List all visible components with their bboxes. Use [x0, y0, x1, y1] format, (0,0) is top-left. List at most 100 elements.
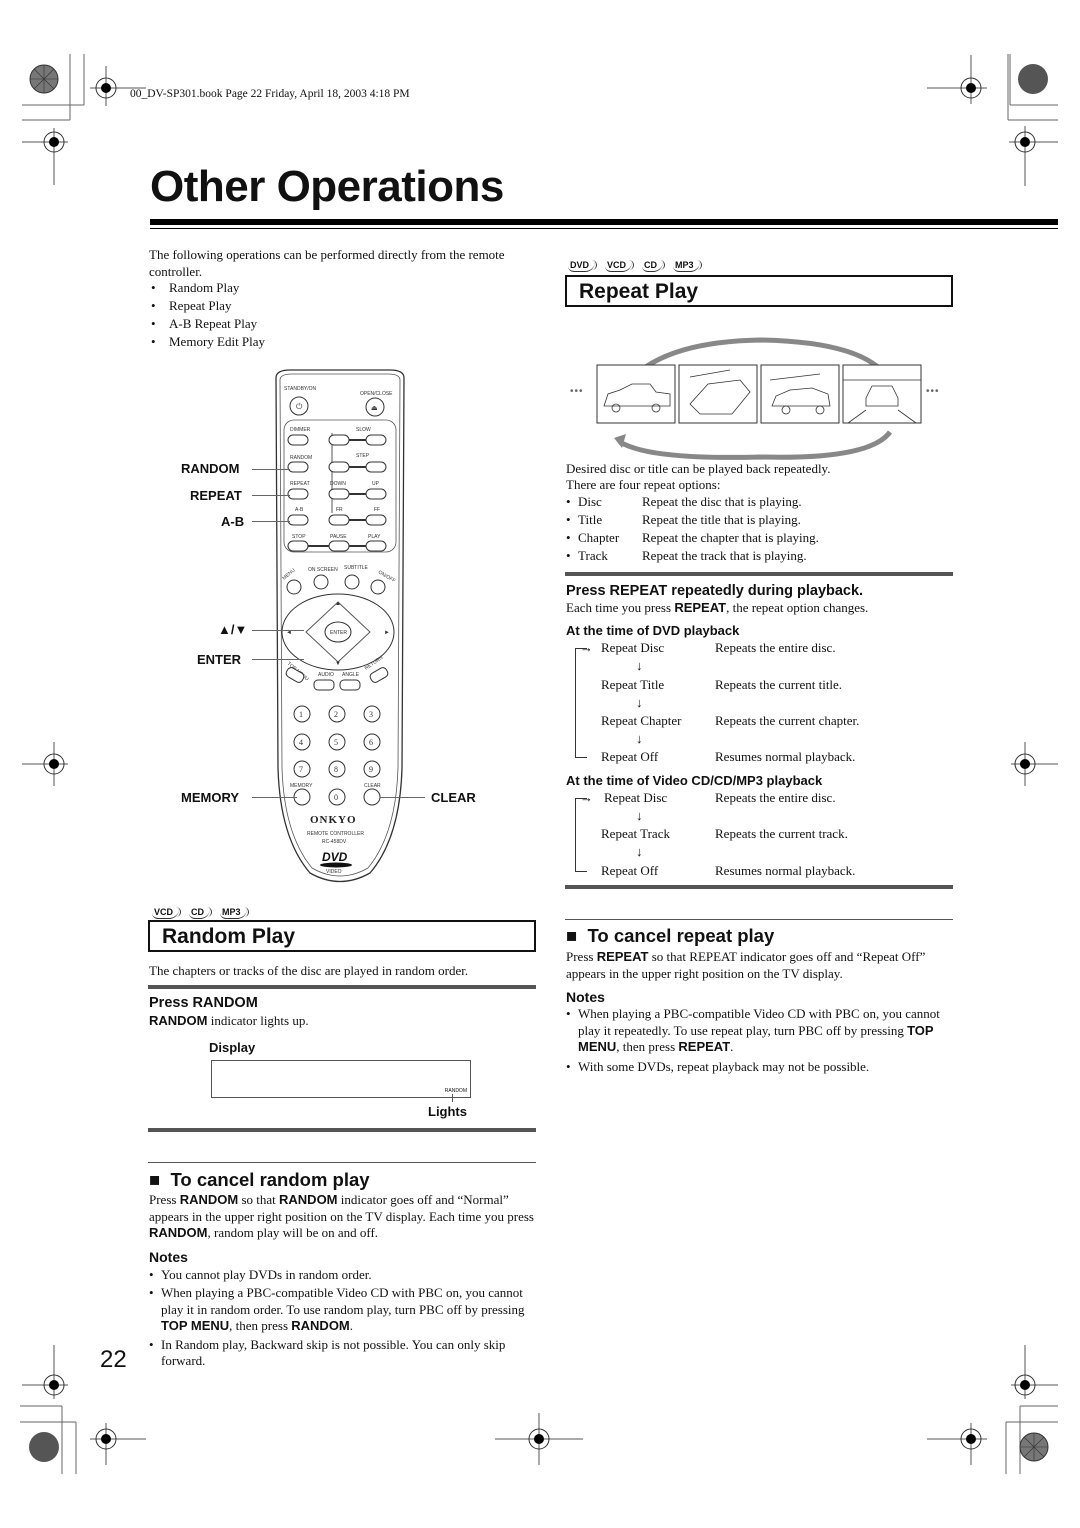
note-item: You cannot play DVDs in random order. — [149, 1266, 539, 1284]
video-frames — [596, 364, 922, 424]
loop-line — [575, 757, 587, 758]
page-number: 22 — [100, 1346, 127, 1373]
remote-label-subtitle: SUBTITLE — [344, 565, 369, 571]
dvd-mode: Repeat Chapter — [601, 713, 682, 728]
repeat-notes-heading: Notes — [566, 989, 605, 1005]
cancel-repeat-heading: ■ To cancel repeat play — [566, 925, 774, 947]
callout-repeat: REPEAT — [190, 488, 242, 503]
remote-label-slow: SLOW — [356, 427, 371, 433]
intro-list-item: A-B Repeat Play — [149, 315, 519, 333]
remote-label-angle: ANGLE — [342, 672, 360, 678]
remote-label-play: PLAY — [368, 534, 381, 540]
dvd-mode: Repeat Off — [601, 749, 659, 764]
callout-clear: CLEAR — [431, 790, 476, 805]
remote-label-enter: ENTER — [330, 630, 347, 636]
random-notes-list: You cannot play DVDs in random order. Wh… — [149, 1266, 539, 1370]
remote-label-ab: A-B — [295, 507, 304, 513]
repeat-description-2: There are four repeat options: — [566, 477, 721, 492]
callout-memory: MEMORY — [181, 790, 240, 805]
cancel-random-heading: ■ To cancel random play — [149, 1169, 370, 1191]
section-rule — [565, 919, 953, 920]
callout-line — [252, 630, 304, 631]
press-random-text: RANDOM indicator lights up. — [149, 1012, 309, 1029]
key-random: RANDOM — [149, 1013, 208, 1028]
repeat-play-heading-box: Repeat Play — [565, 275, 953, 307]
section-rule — [565, 885, 953, 889]
dvd-mode: Repeat Title — [601, 677, 665, 692]
press-repeat-text: Each time you press REPEAT, the repeat o… — [566, 600, 869, 615]
remote-label-audio: AUDIO — [318, 672, 334, 678]
frame-4 — [842, 364, 922, 424]
random-notes-heading: Notes — [149, 1249, 188, 1265]
remote-label-ff: FF — [374, 507, 380, 513]
repeat-disc-badges: DVD VCD CD MP3 — [568, 255, 706, 273]
remote-digit-9: 9 — [369, 765, 373, 774]
svg-text:⏏: ⏏ — [371, 404, 378, 412]
svg-text:▲: ▲ — [335, 601, 341, 607]
title-rule-thick — [150, 219, 1058, 225]
section-rule — [148, 985, 536, 989]
down-arrow-icon: ↓ — [636, 731, 643, 746]
press-random-heading: Press RANDOM — [149, 995, 258, 1011]
repeat-arc-bottom — [618, 430, 893, 460]
repeat-options-list: • Disc Repeat the disc that is playing. • T… — [566, 494, 956, 566]
svg-text:⏻: ⏻ — [296, 402, 303, 411]
remote-label-random: RANDOM — [290, 455, 312, 461]
remote-label-pause: PAUSE — [330, 534, 347, 540]
repeat-notes-list: When playing a PBC-compatible Video CD w… — [566, 1006, 956, 1076]
section-rule — [148, 1162, 536, 1163]
square-bullet-icon: ■ — [566, 925, 578, 946]
badge-dvd: DVD — [568, 260, 598, 272]
badge-cd: CD — [189, 907, 213, 919]
random-play-heading: Random Play — [162, 925, 296, 948]
remote-label-memory: MEMORY — [290, 783, 313, 789]
repeat-option: • Track Repeat the track that is playing. — [566, 548, 807, 563]
step-text: indicator lights up. — [207, 1013, 309, 1028]
vcd-mode-desc: Resumes normal playback. — [715, 863, 856, 878]
remote-digit-7: 7 — [299, 765, 303, 774]
intro-list-item: Repeat Play — [149, 297, 519, 315]
callout-line — [252, 797, 297, 798]
remote-digit-2: 2 — [334, 710, 338, 719]
random-indicator: RANDOM — [444, 1088, 467, 1094]
square-bullet-icon: ■ — [149, 1169, 161, 1190]
callout-up-down: ▲/▼ — [218, 622, 248, 637]
remote-digit-3: 3 — [369, 710, 373, 719]
intro-list-item: Memory Edit Play — [149, 333, 519, 351]
note-item: With some DVDs, repeat playback may not … — [566, 1058, 956, 1076]
ellipsis-left: ••• — [570, 386, 584, 397]
remote-label-step: STEP — [356, 453, 370, 459]
repeat-description-1: Desired disc or title can be played back… — [566, 461, 831, 476]
remote-digit-5: 5 — [334, 738, 338, 747]
vcd-mode-desc: Repeats the entire disc. — [715, 790, 836, 805]
badge-vcd: VCD — [152, 907, 182, 919]
random-disc-badges: VCD CD MP3 — [152, 902, 253, 920]
loop-line — [575, 871, 587, 872]
remote-label-down: DOWN — [330, 481, 346, 487]
remote-label-repeat: REPEAT — [290, 481, 310, 487]
display-panel: RANDOM — [211, 1060, 471, 1098]
random-play-heading-box: Random Play — [148, 920, 536, 952]
badge-mp3: MP3 — [220, 907, 249, 919]
note-item: In Random play, Backward skip is not pos… — [149, 1337, 539, 1370]
dvd-logo: DVD — [322, 850, 348, 864]
remote-digit-8: 8 — [334, 765, 338, 774]
book-info-header: 00_DV-SP301.book Page 22 Friday, April 1… — [130, 88, 410, 100]
badge-vcd: VCD — [605, 260, 635, 272]
callout-line — [380, 797, 425, 798]
remote-control-illustration: STANDBY/ON OPEN/CLOSE ⏻ ⏏ DIMMER SLOW RA… — [275, 369, 405, 883]
remote-label-dimmer: DIMMER — [290, 427, 311, 433]
remote-label-up: UP — [372, 481, 380, 487]
svg-text:►: ► — [384, 630, 390, 636]
indicator-leader — [452, 1094, 453, 1102]
callout-ab: A-B — [221, 514, 245, 529]
dvd-mode-desc: Repeats the current title. — [715, 677, 843, 692]
loop-arrow-icon: → — [580, 640, 593, 655]
down-arrow-icon: ↓ — [636, 844, 643, 859]
remote-label-on-screen: ON SCREEN — [308, 567, 338, 573]
cancel-repeat-text: Press REPEAT so that REPEAT indicator go… — [566, 949, 926, 981]
remote-digit-1: 1 — [299, 710, 303, 719]
loop-line — [575, 648, 576, 758]
lights-label: Lights — [428, 1104, 467, 1119]
remote-label-fr: FR — [336, 507, 343, 513]
